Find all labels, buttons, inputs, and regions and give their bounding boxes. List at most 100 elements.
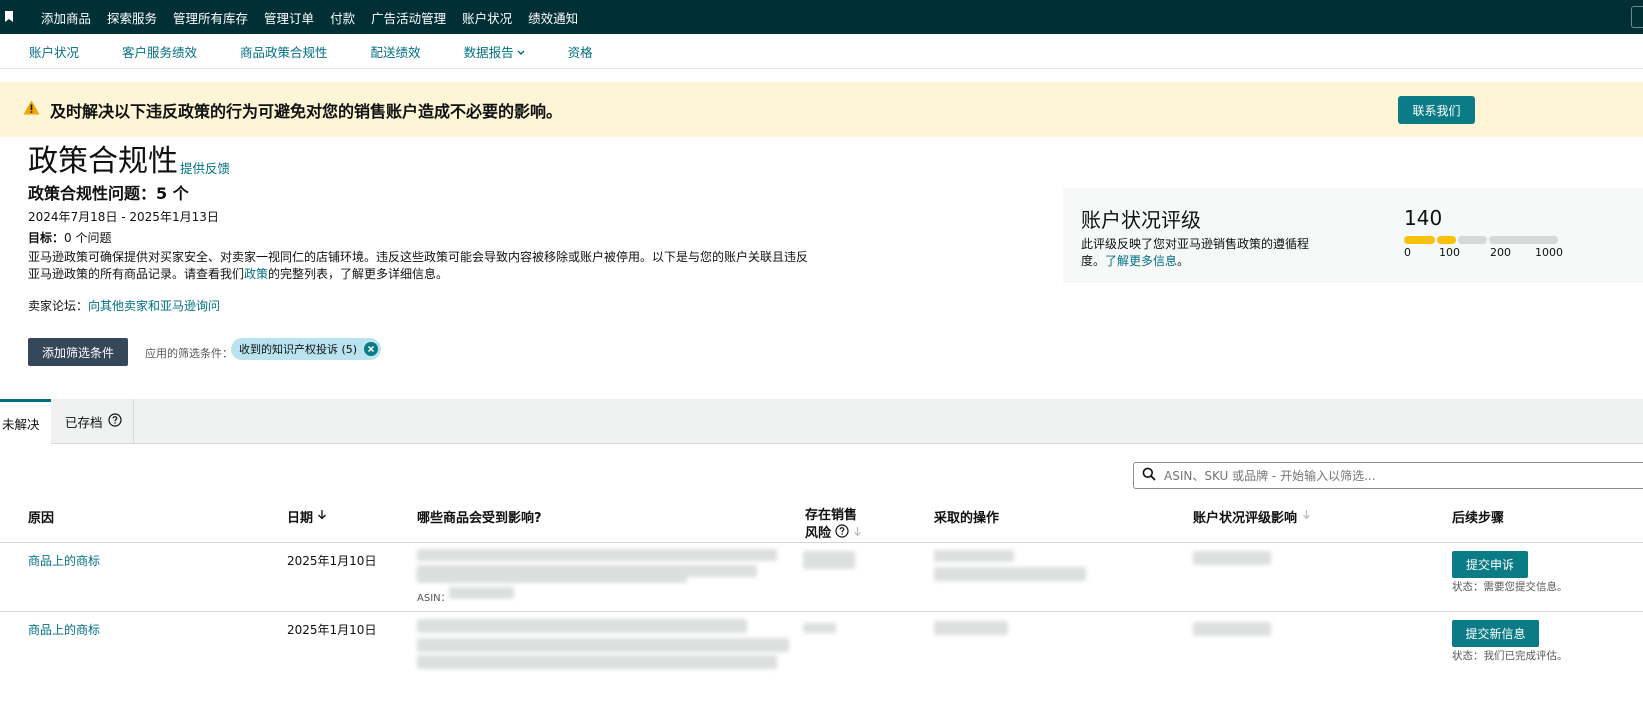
alert-banner: 及时解决以下违反政策的行为可避免对您的销售账户造成不必要的影响。 联系我们: [0, 82, 1643, 137]
row-1-risk-redacted: [803, 551, 855, 569]
page-title-row: 政策合规性 提供反馈: [28, 144, 230, 180]
column-header-date[interactable]: 日期: [287, 507, 327, 526]
column-header-action: 采取的操作: [934, 511, 1000, 526]
contact-us-button[interactable]: 联系我们: [1398, 96, 1475, 124]
nav-performance-notifications[interactable]: 绩效通知: [528, 8, 578, 27]
nav-manage-orders[interactable]: 管理订单: [264, 8, 314, 27]
subnav-policy-compliance[interactable]: 商品政策合规性: [240, 42, 328, 61]
arrow-down-icon: [1302, 509, 1311, 524]
nav-campaign-manager[interactable]: 广告活动管理: [371, 8, 446, 27]
feedback-link[interactable]: 提供反馈: [180, 158, 230, 177]
sub-nav: 账户状况 客户服务绩效 商品政策合规性 配送绩效 数据报告 资格: [0, 34, 1643, 69]
add-filter-button[interactable]: 添加筛选条件: [28, 338, 128, 366]
row-1-status: 状态：需要您提交信息。: [1452, 579, 1568, 594]
nav-account-health[interactable]: 账户状况: [462, 8, 512, 27]
arrow-down-icon: [317, 509, 327, 524]
rating-bar-segment-2: [1436, 236, 1457, 244]
row-2-action-redacted: [934, 621, 1008, 635]
date-range: 2024年7月18日 - 2025年1月13日: [28, 210, 219, 224]
policy-description: 亚马逊政策可确保提供对买家安全、对卖家一视同仁的店铺环境。违反这些政策可能会导致…: [28, 249, 808, 283]
row-2-date: 2025年1月10日: [287, 623, 377, 637]
tab-archived[interactable]: 已存档: [51, 399, 134, 444]
row-1-impact-redacted: [1193, 551, 1271, 565]
help-icon[interactable]: [835, 524, 849, 543]
tab-strip: 未解决 已存档: [0, 399, 1643, 445]
applied-filters-label: 应用的筛选条件：: [145, 347, 233, 360]
row-1-status-label: 状态：: [1452, 581, 1484, 593]
rating-score: 140: [1404, 206, 1443, 230]
top-nav: 添加商品 探索服务 管理所有库存 管理订单 付款 广告活动管理 账户状况 绩效通…: [0, 0, 1643, 34]
issue-count: 政策合规性问题：5 个: [28, 184, 189, 203]
column-header-risk-line1: 存在销售: [805, 508, 858, 523]
subnav-account-health[interactable]: 账户状况: [29, 42, 79, 61]
row-2-product-redacted-3: [417, 655, 777, 669]
rating-bar-segment-1: [1404, 236, 1435, 244]
alert-text: 及时解决以下违反政策的行为可避免对您的销售账户造成不必要的影响。: [50, 101, 563, 121]
nav-explore-services[interactable]: 探索服务: [107, 8, 157, 27]
subnav-data-reports[interactable]: 数据报告: [464, 42, 525, 61]
nav-add-product[interactable]: 添加商品: [41, 8, 91, 27]
submit-new-info-button[interactable]: 提交新信息: [1452, 620, 1539, 647]
target: 目标：0 个问题: [28, 229, 111, 246]
row-1-date: 2025年1月10日: [287, 554, 377, 568]
rating-tick-0: 0: [1404, 246, 1411, 259]
rating-desc-end: 。: [1177, 254, 1190, 268]
target-label: 目标：: [28, 231, 65, 245]
row-2-reason-link[interactable]: 商品上的商标: [28, 621, 100, 638]
nav-payments[interactable]: 付款: [330, 8, 355, 27]
close-icon[interactable]: [364, 342, 379, 356]
help-icon[interactable]: [107, 413, 122, 430]
row-1-product-redacted-3: [417, 571, 687, 583]
rating-tick-200: 200: [1490, 246, 1511, 259]
row-2-impact-redacted: [1193, 622, 1271, 636]
rating-tick-100: 100: [1439, 246, 1460, 259]
tab-archived-label: 已存档: [65, 415, 103, 430]
column-header-risk-line2: 风险: [805, 526, 832, 541]
row-1-asin-redacted: [449, 587, 514, 599]
row-2-status: 状态：我们已完成评估。: [1452, 648, 1568, 663]
forum-label: 卖家论坛：: [28, 299, 89, 313]
row-1-reason-link[interactable]: 商品上的商标: [28, 552, 100, 569]
submit-appeal-button[interactable]: 提交申诉: [1452, 551, 1528, 578]
learn-more-link[interactable]: 了解更多信息: [1105, 254, 1177, 268]
subnav-shipping-performance[interactable]: 配送绩效: [371, 42, 421, 61]
rating-tick-1000: 1000: [1535, 246, 1563, 259]
row-1-asin-label: ASIN：: [417, 593, 451, 604]
page-title: 政策合规性: [28, 144, 178, 179]
bookmark-icon[interactable]: [5, 11, 15, 23]
row-1-status-text: 需要您提交信息。: [1483, 581, 1568, 593]
arrow-down-icon: [853, 525, 862, 542]
row-1-action-redacted-2: [934, 567, 1086, 581]
column-header-impact[interactable]: 账户状况评级影响: [1193, 507, 1311, 526]
column-header-products: 哪些商品会受到影响?: [417, 511, 542, 526]
column-header-date-label: 日期: [287, 511, 314, 526]
row-2-product-redacted: [417, 619, 747, 633]
rating-title: 账户状况评级: [1081, 208, 1201, 232]
tab-unresolved[interactable]: 未解决: [0, 399, 51, 445]
column-header-risk-line2-row: 风险: [805, 524, 862, 543]
search-input[interactable]: [1164, 468, 1564, 483]
account-health-rating-card: 账户状况评级 此评级反映了您对亚马逊销售政策的遵循程度。了解更多信息。 140 …: [1063, 188, 1643, 283]
row-2-risk-redacted: [803, 623, 836, 633]
rating-bar: [1404, 236, 1560, 244]
search-icon: [1142, 466, 1156, 485]
row-2-status-label: 状态：: [1452, 650, 1484, 662]
nav-manage-inventory[interactable]: 管理所有库存: [173, 8, 248, 27]
rating-bar-segment-4: [1488, 236, 1558, 244]
chevron-down-icon: [517, 44, 525, 59]
row-2-product-redacted-2: [417, 638, 789, 652]
subnav-eligibility[interactable]: 资格: [568, 42, 593, 61]
subnav-customer-service[interactable]: 客户服务绩效: [122, 42, 197, 61]
filter-chip: 收到的知识产权投诉 (5): [231, 338, 382, 360]
rating-ticks: 0 100 200 1000: [1404, 246, 1564, 260]
header-divider: [0, 542, 1643, 543]
column-header-risk[interactable]: 存在销售 风险: [805, 507, 862, 543]
forum-link[interactable]: 向其他卖家和亚马逊询问: [88, 299, 220, 313]
subnav-data-reports-label: 数据报告: [463, 44, 514, 60]
seller-forum: 卖家论坛：向其他卖家和亚马逊询问: [28, 297, 220, 314]
policy-link[interactable]: 政策: [244, 267, 268, 281]
rating-bar-segment-3: [1458, 236, 1487, 244]
top-nav-edge-button[interactable]: [1631, 6, 1643, 28]
search-box: [1133, 462, 1643, 489]
column-header-reason: 原因: [28, 511, 55, 526]
